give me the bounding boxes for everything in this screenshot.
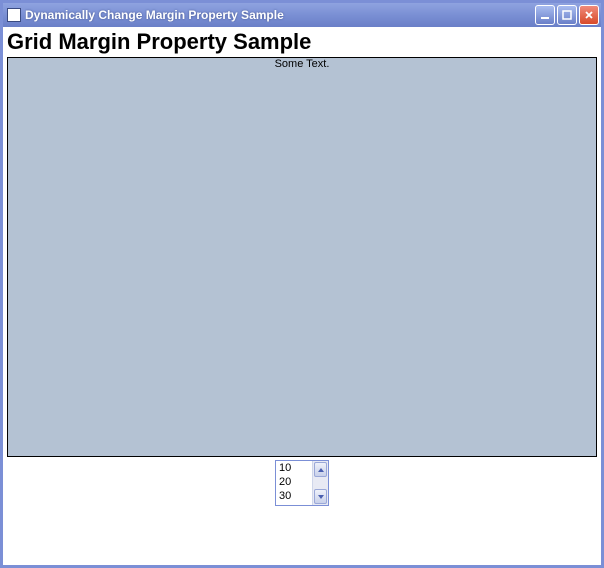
list-item[interactable]: 30	[279, 489, 312, 503]
app-icon	[7, 8, 21, 22]
scroll-up-button[interactable]	[314, 462, 327, 477]
grid-panel: Some Text.	[7, 57, 597, 457]
scroll-down-button[interactable]	[314, 489, 327, 504]
titlebar: Dynamically Change Margin Property Sampl…	[3, 3, 601, 27]
list-item[interactable]: 40	[279, 503, 312, 505]
list-item[interactable]: 20	[279, 475, 312, 489]
margin-listbox[interactable]: 10 20 30 40	[275, 460, 329, 506]
minimize-button[interactable]	[535, 5, 555, 25]
window-title: Dynamically Change Margin Property Sampl…	[25, 8, 535, 22]
listbox-container: 10 20 30 40	[3, 460, 601, 506]
window-frame: Dynamically Change Margin Property Sampl…	[0, 0, 604, 568]
listbox-items[interactable]: 10 20 30 40	[276, 461, 312, 505]
maximize-button[interactable]	[557, 5, 577, 25]
vertical-scrollbar[interactable]	[312, 461, 328, 505]
page-title: Grid Margin Property Sample	[7, 29, 597, 55]
window-buttons	[535, 5, 599, 25]
list-item[interactable]: 10	[279, 461, 312, 475]
grid-sample-text: Some Text.	[8, 58, 596, 70]
client-area: Grid Margin Property Sample Some Text. 1…	[3, 27, 601, 565]
close-button[interactable]	[579, 5, 599, 25]
